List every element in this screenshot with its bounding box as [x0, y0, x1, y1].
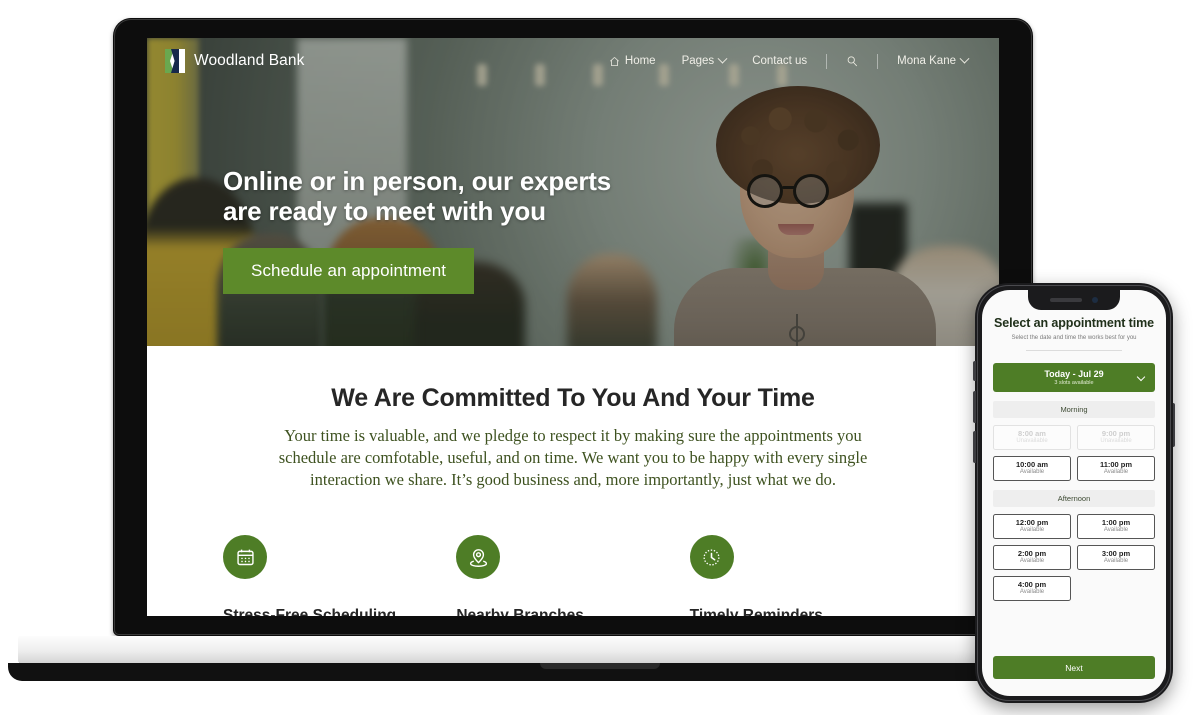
date-picker-label: Today - Jul 29: [1044, 369, 1104, 380]
chevron-down-icon: [717, 53, 728, 64]
slot-time: 3:00 pm: [1101, 548, 1131, 558]
schedule-appointment-button[interactable]: Schedule an appointment: [223, 248, 475, 295]
search-icon: [846, 55, 858, 67]
feature-card-reminders: Timely Reminders Our automated confirmat…: [689, 535, 923, 616]
date-picker-sublabel: 3 slots available: [1054, 379, 1094, 386]
nav-divider-2: [877, 53, 879, 69]
feature-title: Timely Reminders: [689, 607, 823, 616]
slot-time: 1:00 pm: [1101, 517, 1131, 527]
nav-links: Home Pages Contact us Mona Kane: [596, 53, 981, 69]
slot-time: 9:00 pm: [1101, 428, 1131, 438]
woodland-bank-logo-icon: [165, 49, 185, 73]
home-icon: [609, 56, 620, 67]
chevron-down-icon: [959, 53, 970, 64]
phone-screen: Select an appointment time Select the da…: [982, 290, 1166, 696]
time-slot: 8:00 am Unavailable: [993, 425, 1071, 450]
laptop-device: Woodland Bank Home Pages Contact us Mona…: [113, 18, 1033, 636]
brand[interactable]: Woodland Bank: [165, 49, 304, 73]
nav-item-pages-label: Pages: [681, 55, 715, 67]
chevron-down-icon: [1136, 372, 1146, 382]
section-header-afternoon: Afternoon: [993, 490, 1155, 507]
time-slot[interactable]: 3:00 pm Available: [1077, 545, 1155, 570]
commitment-heading: We Are Committed To You And Your Time: [331, 384, 815, 412]
phone-power-button[interactable]: [1172, 403, 1175, 447]
time-slot[interactable]: 12:00 pm Available: [993, 514, 1071, 539]
nav-item-contact-us[interactable]: Contact us: [739, 55, 820, 67]
calendar-icon: [223, 535, 267, 580]
slot-time: 10:00 am: [1015, 459, 1049, 469]
hero-title-line2: are ready to meet with you: [223, 196, 546, 227]
location-pin-icon: [456, 535, 501, 580]
features-section: Stress-Free Scheduling Our online schedu…: [147, 491, 999, 616]
slot-status: Available: [1103, 469, 1129, 476]
laptop-base: [18, 636, 1128, 664]
feature-card-scheduling: Stress-Free Scheduling Our online schedu…: [223, 535, 456, 616]
time-slot[interactable]: 4:00 pm Available: [993, 576, 1071, 601]
brand-name: Woodland Bank: [194, 52, 305, 69]
slot-status: Available: [1103, 527, 1129, 534]
feature-title: Nearby Branches: [456, 607, 584, 616]
slot-time: 11:00 pm: [1099, 459, 1133, 469]
phone-volume-down-button[interactable]: [973, 431, 976, 463]
slot-time: 12:00 pm: [1015, 517, 1049, 527]
time-slot[interactable]: 11:00 pm Available: [1077, 456, 1155, 481]
app-subtitle: Select the date and time the works best …: [1011, 335, 1137, 341]
hero-title: Online or in person, our experts are rea…: [223, 166, 653, 226]
feature-card-branches: Nearby Branches We make it easy to choos…: [456, 535, 689, 616]
slot-status: Available: [1103, 558, 1129, 565]
app-divider: [1026, 350, 1122, 351]
hero-content: Online or in person, our experts are rea…: [223, 166, 653, 295]
nav-item-home-label: Home: [624, 55, 656, 67]
slot-time: 2:00 pm: [1017, 548, 1047, 558]
phone-silent-switch[interactable]: [973, 361, 976, 381]
site-navbar: Woodland Bank Home Pages Contact us Mona…: [147, 38, 999, 84]
website-viewport: Woodland Bank Home Pages Contact us Mona…: [147, 38, 999, 616]
slot-status: Available: [1019, 527, 1045, 534]
slot-status: Available: [1019, 589, 1045, 596]
nav-divider: [826, 53, 828, 69]
slot-status: Unavailable: [1100, 438, 1132, 445]
phone-volume-up-button[interactable]: [973, 391, 976, 423]
phone-speaker-icon: [1050, 298, 1082, 302]
slot-time: 8:00 am: [1018, 428, 1046, 438]
slot-status: Unavailable: [1016, 438, 1048, 445]
screenshot-stage: Woodland Bank Home Pages Contact us Mona…: [0, 0, 1200, 715]
appointment-app: Select an appointment time Select the da…: [982, 290, 1166, 601]
slot-time: 4:00 pm: [1017, 579, 1047, 589]
hero-title-line1: Online or in person, our experts: [223, 166, 612, 196]
account-menu[interactable]: Mona Kane: [884, 53, 981, 67]
search-button[interactable]: [833, 55, 871, 67]
next-button[interactable]: Next: [993, 656, 1155, 679]
nav-item-home[interactable]: Home: [596, 55, 669, 67]
hero-section: Woodland Bank Home Pages Contact us Mona…: [147, 38, 999, 346]
slot-grid-morning: 8:00 am Unavailable 9:00 pm Unavailable …: [993, 425, 1155, 481]
phone-device: Select an appointment time Select the da…: [973, 283, 1175, 703]
nav-item-contact-label: Contact us: [752, 55, 808, 67]
clock-icon: [689, 535, 734, 580]
phone-camera-icon: [1092, 297, 1098, 303]
section-header-morning: Morning: [993, 401, 1155, 418]
time-slot[interactable]: 1:00 pm Available: [1077, 514, 1155, 539]
feature-title: Stress-Free Scheduling: [223, 607, 397, 616]
date-picker-dropdown[interactable]: Today - Jul 29 3 slots available: [993, 363, 1155, 392]
laptop-hinge-notch: [540, 663, 660, 669]
slot-status: Available: [1019, 469, 1045, 476]
commitment-section: We Are Committed To You And Your Time Yo…: [147, 346, 999, 491]
phone-notch: [1028, 290, 1120, 310]
slot-status: Available: [1019, 558, 1045, 565]
time-slot: 9:00 pm Unavailable: [1077, 425, 1155, 450]
time-slot[interactable]: 2:00 pm Available: [993, 545, 1071, 570]
account-name: Mona Kane: [897, 55, 956, 67]
nav-item-pages[interactable]: Pages: [669, 53, 740, 67]
app-title: Select an appointment time: [994, 316, 1154, 330]
time-slot[interactable]: 10:00 am Available: [993, 456, 1071, 481]
slot-grid-afternoon: 12:00 pm Available 1:00 pm Available 2:0…: [993, 514, 1155, 601]
laptop-screen: Woodland Bank Home Pages Contact us Mona…: [147, 38, 999, 616]
commitment-body: Your time is valuable, and we pledge to …: [278, 426, 868, 490]
